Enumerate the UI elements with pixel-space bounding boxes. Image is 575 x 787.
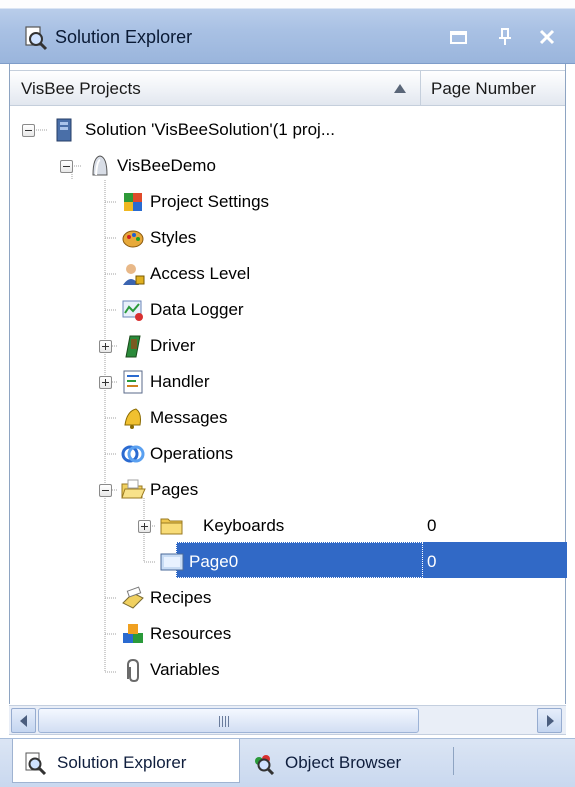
project-settings-icon xyxy=(124,193,142,211)
solution-icon xyxy=(56,118,72,142)
page-number-cell: 0 xyxy=(427,516,437,535)
grip-icon xyxy=(219,716,231,727)
operations-rings-icon xyxy=(121,445,145,463)
tree-item-messages[interactable]: Messages xyxy=(120,405,320,441)
page-screen-icon xyxy=(160,553,184,571)
close-icon[interactable] xyxy=(536,26,558,48)
scroll-right-button[interactable] xyxy=(537,708,562,733)
tree-item-pages[interactable]: Pages xyxy=(120,477,320,513)
tree-item-handler[interactable]: Handler xyxy=(120,369,320,405)
tab-solution-explorer[interactable]: Solution Explorer xyxy=(12,739,240,783)
tree-item-project-settings[interactable]: Project Settings xyxy=(120,189,370,225)
driver-icon xyxy=(125,335,141,358)
collapse-toggle[interactable] xyxy=(60,160,73,173)
pin-icon[interactable] xyxy=(494,26,516,48)
collapse-toggle[interactable] xyxy=(22,124,35,137)
expand-toggle[interactable] xyxy=(99,340,112,353)
tree-item-keyboards[interactable]: Keyboards xyxy=(159,513,439,549)
tree-item-recipes[interactable]: Recipes xyxy=(120,585,320,621)
tab-object-browser[interactable]: Object Browser xyxy=(241,739,453,783)
tree-item-project[interactable]: VisBeeDemo xyxy=(87,153,287,189)
project-tree: Solution 'VisBeeSolution'(1 proj... VisB… xyxy=(10,64,567,704)
solution-explorer-icon xyxy=(25,752,47,775)
maximize-window-icon[interactable] xyxy=(448,26,470,48)
object-browser-icon xyxy=(255,755,275,775)
project-icon xyxy=(92,155,108,176)
data-logger-icon xyxy=(122,300,143,321)
tree-item-resources[interactable]: Resources xyxy=(120,621,320,657)
collapse-toggle[interactable] xyxy=(99,484,112,497)
window-title: Solution Explorer xyxy=(55,27,193,47)
variables-clip-icon xyxy=(127,658,139,683)
bottom-tab-strip: Solution Explorer Object Browser xyxy=(0,738,575,787)
tree-item-access-level[interactable]: Access Level xyxy=(120,261,320,297)
tree-item-operations[interactable]: Operations xyxy=(120,441,320,477)
bell-icon xyxy=(124,408,141,429)
tree-item-solution[interactable]: Solution 'VisBeeSolution'(1 proj... xyxy=(51,117,471,153)
page-number-cell: 0 xyxy=(427,552,437,571)
scroll-left-button[interactable] xyxy=(11,708,36,733)
styles-palette-icon xyxy=(122,230,144,248)
tree-item-page0[interactable]: Page0 xyxy=(159,549,419,585)
horizontal-scrollbar[interactable] xyxy=(9,705,566,735)
scroll-thumb[interactable] xyxy=(38,708,419,733)
recipes-icon xyxy=(122,586,144,609)
user-lock-icon xyxy=(123,264,145,285)
tab-separator xyxy=(453,747,454,775)
resources-blocks-icon xyxy=(123,624,143,643)
tree-item-data-logger[interactable]: Data Logger xyxy=(120,297,320,333)
tree-item-driver[interactable]: Driver xyxy=(120,333,320,369)
tree-item-variables[interactable]: Variables xyxy=(120,657,320,693)
solution-explorer-icon xyxy=(25,26,48,51)
folder-open-icon xyxy=(121,479,146,499)
tree-panel: VisBee Projects Page Number Solution 'Vi… xyxy=(9,64,567,704)
expand-toggle[interactable] xyxy=(99,376,112,389)
expand-toggle[interactable] xyxy=(138,520,151,533)
title-bar: Solution Explorer xyxy=(0,0,575,64)
handler-list-icon xyxy=(123,370,143,394)
tree-item-styles[interactable]: Styles xyxy=(120,225,320,261)
folder-icon xyxy=(160,518,183,535)
